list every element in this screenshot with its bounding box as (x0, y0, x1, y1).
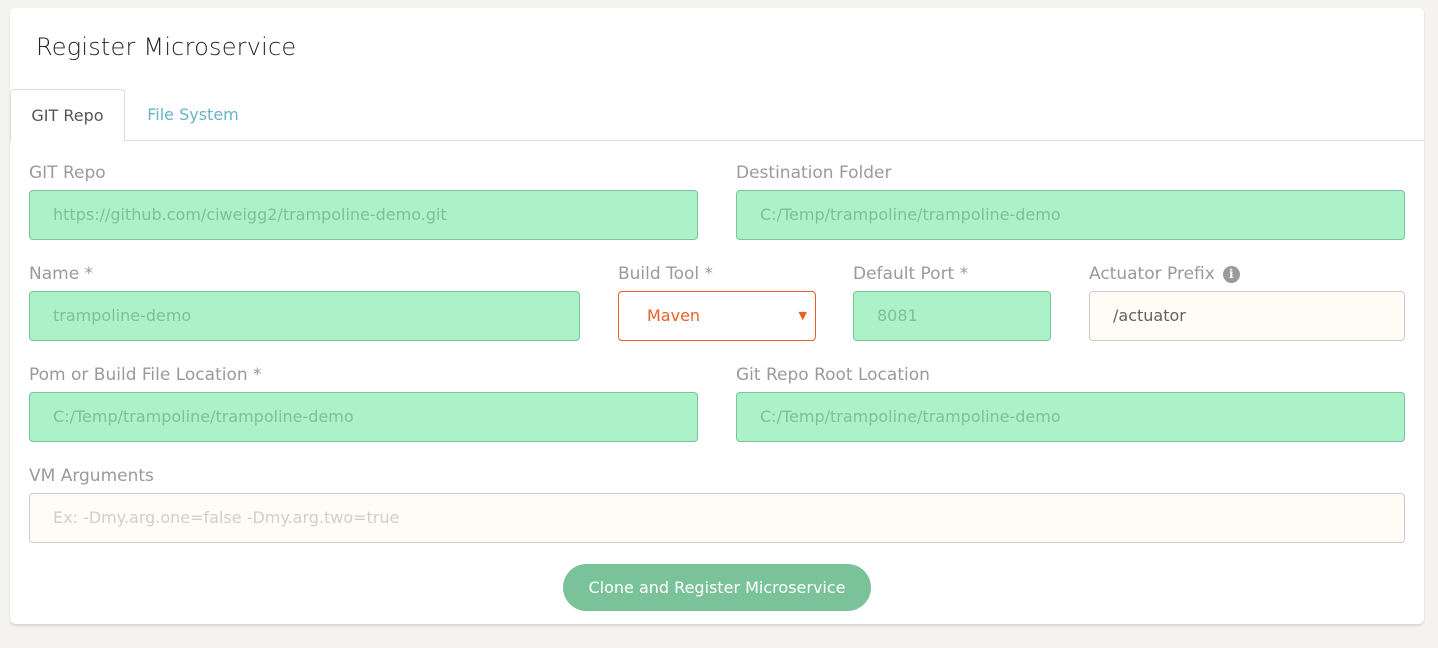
build-tool-label: Build Tool * (618, 264, 714, 284)
page-title: Register Microservice (36, 33, 297, 61)
pom-location-input[interactable]: C:/Temp/trampoline/trampoline-demo (29, 392, 698, 442)
destination-folder-input[interactable]: C:/Temp/trampoline/trampoline-demo (736, 190, 1405, 240)
default-port-label: Default Port * (853, 264, 969, 284)
pom-location-field: Pom or Build File Location * C:/Temp/tra… (29, 365, 698, 443)
vm-arguments-label: VM Arguments (29, 466, 154, 486)
default-port-input[interactable]: 8081 (853, 291, 1051, 341)
register-card: Register Microservice GIT Repo File Syst… (10, 8, 1424, 624)
tab-file-system[interactable]: File System (125, 89, 261, 141)
build-tool-field: Build Tool * Maven ▼ (618, 264, 816, 342)
actuator-prefix-label: Actuator Prefix (1089, 264, 1215, 284)
tabs-divider (124, 140, 1424, 141)
actuator-prefix-label-wrap: Actuator Prefix i (1089, 264, 1240, 284)
git-root-location-field: Git Repo Root Location C:/Temp/trampolin… (736, 365, 1405, 443)
destination-folder-label: Destination Folder (736, 163, 892, 183)
git-repo-field: GIT Repo https://github.com/ciweigg2/tra… (29, 163, 698, 241)
name-field: Name * trampoline-demo (29, 264, 580, 342)
default-port-field: Default Port * 8081 (853, 264, 1051, 342)
actuator-prefix-input[interactable]: /actuator (1089, 291, 1405, 341)
git-root-location-input[interactable]: C:/Temp/trampoline/trampoline-demo (736, 392, 1405, 442)
name-label: Name * (29, 264, 94, 284)
tab-git-repo[interactable]: GIT Repo (10, 89, 125, 142)
git-root-location-label: Git Repo Root Location (736, 365, 930, 385)
git-repo-label: GIT Repo (29, 163, 106, 183)
destination-folder-field: Destination Folder C:/Temp/trampoline/tr… (736, 163, 1405, 241)
actuator-prefix-field: Actuator Prefix i /actuator (1089, 264, 1405, 342)
clone-register-button[interactable]: Clone and Register Microservice (563, 564, 871, 611)
info-icon[interactable]: i (1222, 266, 1240, 283)
git-repo-input[interactable]: https://github.com/ciweigg2/trampoline-d… (29, 190, 698, 240)
vm-arguments-input[interactable]: Ex: -Dmy.arg.one=false -Dmy.arg.two=true (29, 493, 1405, 543)
vm-arguments-field: VM Arguments Ex: -Dmy.arg.one=false -Dmy… (29, 466, 1405, 544)
build-tool-select[interactable]: Maven ▼ (618, 291, 816, 341)
pom-location-label: Pom or Build File Location * (29, 365, 262, 385)
name-input[interactable]: trampoline-demo (29, 291, 580, 341)
build-tool-value: Maven (647, 306, 701, 325)
caret-down-icon: ▼ (798, 309, 807, 322)
